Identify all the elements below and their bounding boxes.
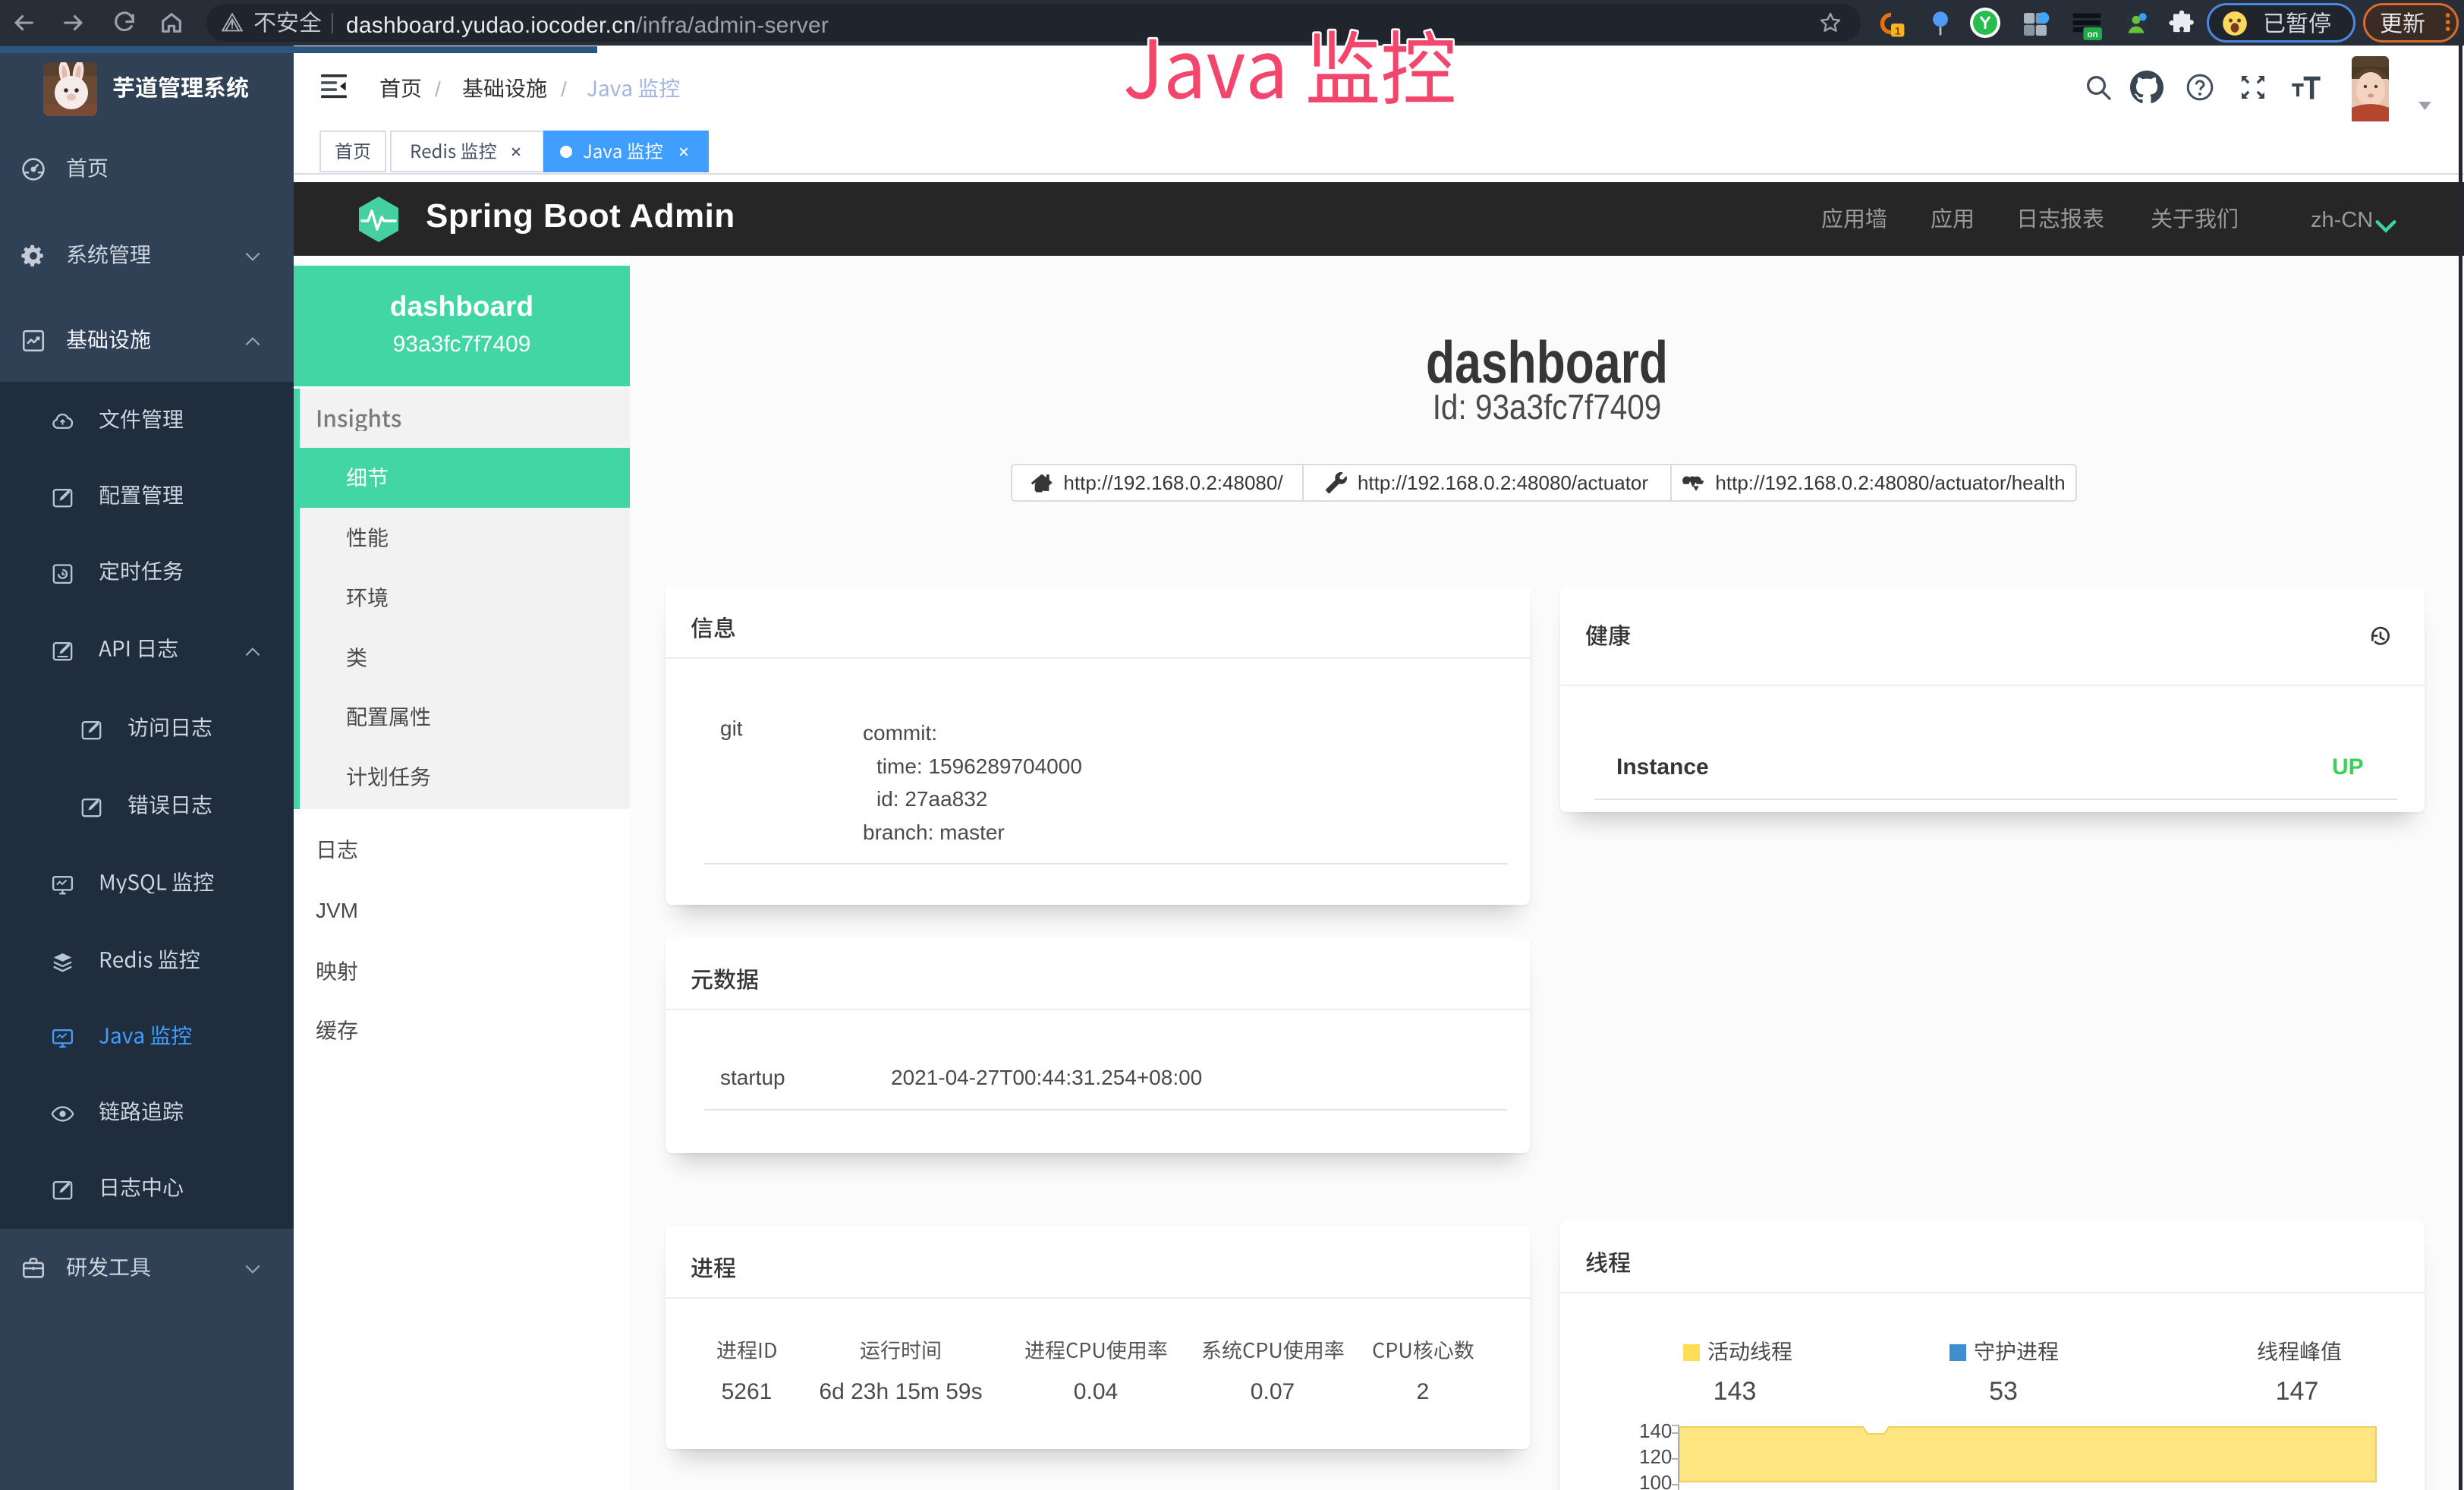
svg-text:on: on [2088, 30, 2098, 39]
svg-text:1: 1 [1895, 25, 1901, 37]
